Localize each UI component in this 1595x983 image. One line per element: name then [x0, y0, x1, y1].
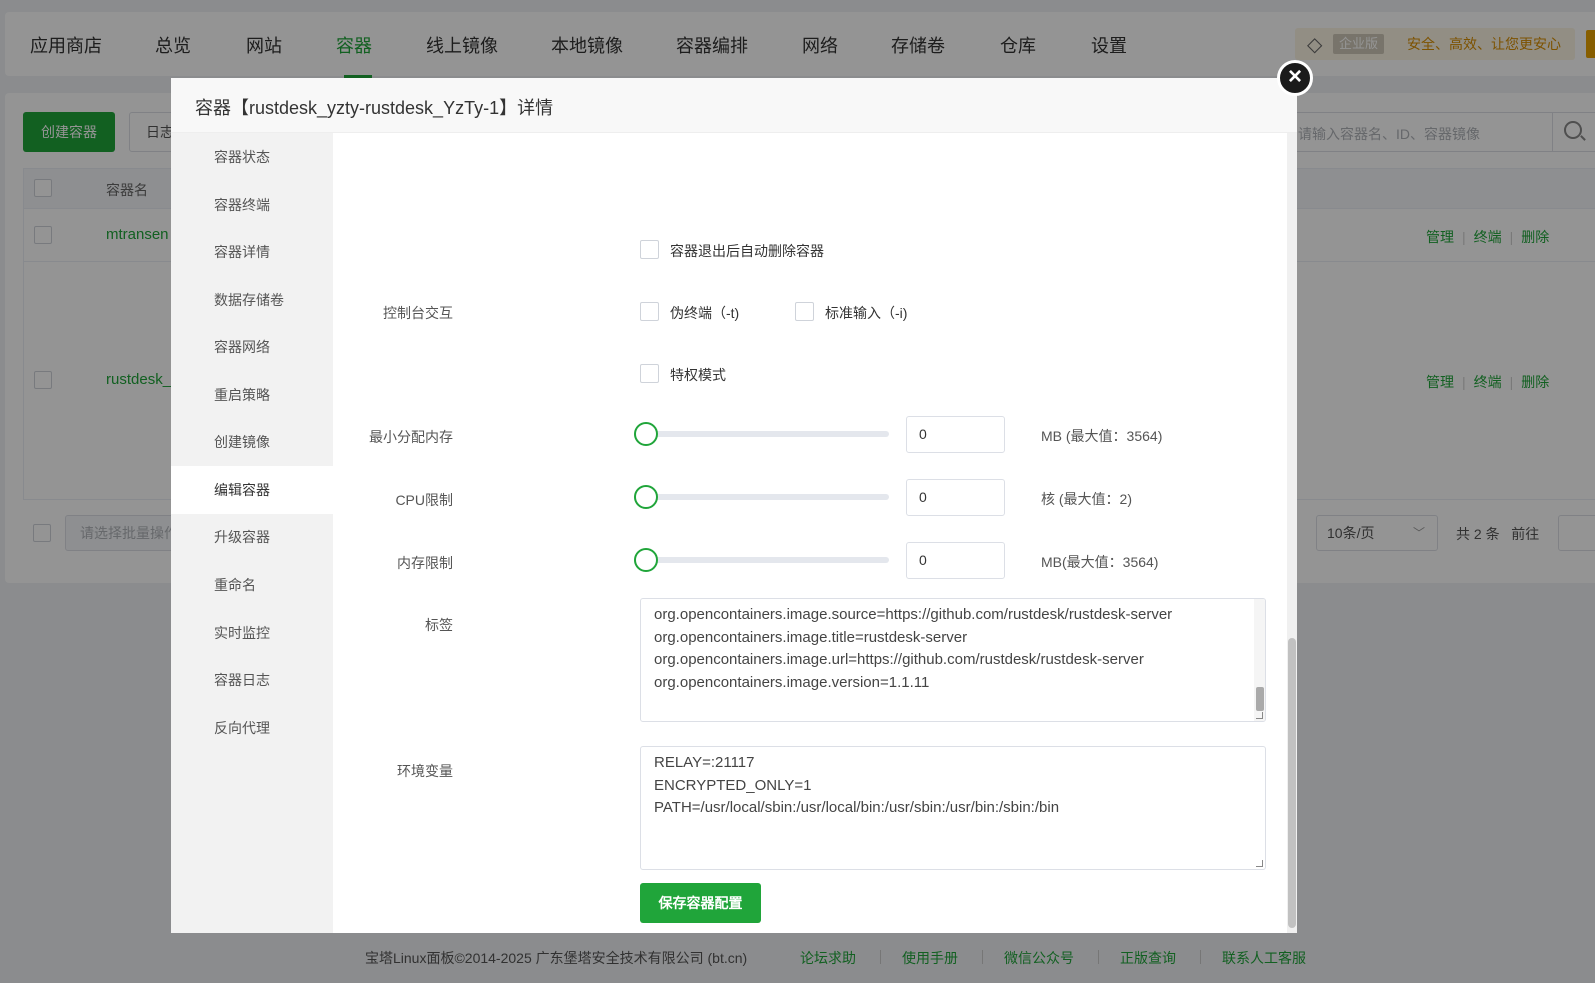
auto-remove-label: 容器退出后自动删除容器 — [670, 243, 824, 259]
memory-limit-label: 内存限制 — [397, 555, 453, 571]
sidebar-item-restart-policy[interactable]: 重启策略 — [171, 371, 333, 419]
sidebar-item-reverse-proxy[interactable]: 反向代理 — [171, 704, 333, 752]
resize-grip-icon[interactable] — [1256, 712, 1263, 719]
stdin-checkbox[interactable] — [795, 302, 814, 321]
sidebar-item-upgrade[interactable]: 升级容器 — [171, 513, 333, 561]
sidebar-item-logs[interactable]: 容器日志 — [171, 656, 333, 704]
sidebar-item-network[interactable]: 容器网络 — [171, 323, 333, 371]
sidebar-item-terminal[interactable]: 容器终端 — [171, 181, 333, 229]
tty-label: 伪终端（-t) — [670, 305, 740, 321]
sidebar-item-monitor[interactable]: 实时监控 — [171, 609, 333, 657]
labels-label: 标签 — [425, 617, 453, 633]
save-config-button[interactable]: 保存容器配置 — [640, 883, 761, 923]
sidebar-item-create-image[interactable]: 创建镜像 — [171, 418, 333, 466]
min-memory-slider-handle[interactable] — [634, 422, 658, 446]
sidebar-item-volumes[interactable]: 数据存储卷 — [171, 276, 333, 324]
auto-remove-checkbox[interactable] — [640, 240, 659, 259]
labels-line: org.opencontainers.image.url=https://git… — [654, 651, 1144, 668]
labels-scrollbar-thumb[interactable] — [1256, 687, 1264, 711]
close-icon[interactable]: × — [1277, 60, 1313, 96]
min-memory-label: 最小分配内存 — [369, 429, 453, 445]
modal-sidebar: 容器状态 容器终端 容器详情 数据存储卷 容器网络 重启策略 创建镜像 编辑容器… — [171, 133, 333, 933]
cpu-limit-slider-handle[interactable] — [634, 485, 658, 509]
labels-line: org.opencontainers.image.title=rustdesk-… — [654, 628, 968, 646]
memory-limit-slider[interactable] — [645, 557, 889, 563]
cpu-limit-input[interactable]: 0 — [906, 479, 1005, 516]
min-memory-unit: MB (最大值：3564) — [1041, 428, 1163, 444]
sidebar-item-status[interactable]: 容器状态 — [171, 133, 333, 181]
sidebar-item-details[interactable]: 容器详情 — [171, 228, 333, 276]
privileged-checkbox[interactable] — [640, 364, 659, 383]
labels-line: org.opencontainers.image.version=1.1.11 — [654, 673, 930, 691]
modal-scrollbar-thumb[interactable] — [1288, 638, 1296, 928]
env-line: PATH=/usr/local/sbin:/usr/local/bin:/usr… — [654, 799, 1060, 816]
labels-scrollbar[interactable] — [1254, 599, 1265, 721]
sidebar-item-rename[interactable]: 重命名 — [171, 561, 333, 609]
stdin-label: 标准输入（-i) — [825, 305, 908, 321]
cpu-limit-slider[interactable] — [645, 494, 889, 500]
container-detail-modal: 容器【rustdesk_yzty-rustdesk_YzTy-1】详情 容器状态… — [171, 78, 1297, 933]
labels-line: org.opencontainers.image.source=https://… — [654, 606, 1173, 623]
resize-grip-icon[interactable] — [1256, 860, 1263, 867]
memory-limit-unit: MB(最大值：3564) — [1041, 554, 1159, 570]
modal-header: 容器【rustdesk_yzty-rustdesk_YzTy-1】详情 — [171, 78, 1297, 133]
env-line: ENCRYPTED_ONLY=1 — [654, 776, 812, 794]
privileged-label: 特权模式 — [670, 367, 726, 383]
cpu-limit-unit: 核 (最大值：2) — [1041, 491, 1132, 507]
console-label: 控制台交互 — [383, 305, 453, 321]
env-textarea[interactable]: RELAY=:21117 ENCRYPTED_ONLY=1 PATH=/usr/… — [640, 746, 1266, 870]
min-memory-input[interactable]: 0 — [906, 416, 1005, 453]
memory-limit-slider-handle[interactable] — [634, 548, 658, 572]
edit-container-form: 容器退出后自动删除容器 控制台交互 伪终端（-t) 标准输入（-i) 特权模式 … — [333, 133, 1297, 933]
labels-textarea[interactable]: org.opencontainers.image.source=https://… — [640, 598, 1266, 722]
tty-checkbox[interactable] — [640, 302, 659, 321]
modal-title: 容器【rustdesk_yzty-rustdesk_YzTy-1】详情 — [195, 98, 554, 118]
cpu-limit-label: CPU限制 — [395, 492, 453, 508]
memory-limit-input[interactable]: 0 — [906, 542, 1005, 579]
env-line: RELAY=:21117 — [654, 754, 755, 771]
env-label: 环境变量 — [397, 763, 453, 779]
sidebar-item-edit-container[interactable]: 编辑容器 — [171, 466, 333, 514]
min-memory-slider[interactable] — [645, 431, 889, 437]
